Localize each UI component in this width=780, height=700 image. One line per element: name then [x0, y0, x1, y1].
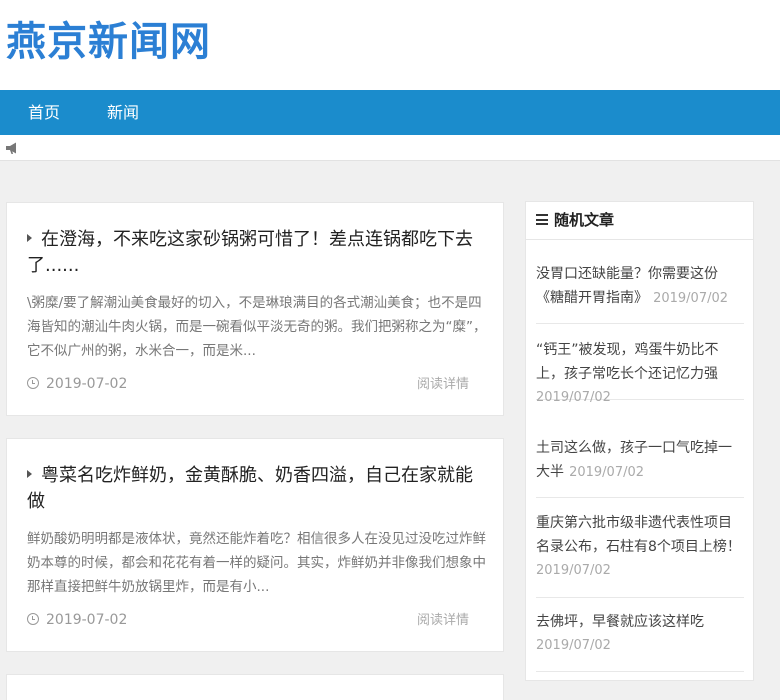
caret-right-icon: [27, 470, 32, 478]
post-title[interactable]: 在澄海，不来吃这家砂锅粥可惜了！差点连锅都吃下去了......: [27, 227, 487, 279]
post-date-text: 2019-07-02: [46, 376, 128, 392]
list-icon: [536, 214, 548, 225]
post-date: 2019-07-02: [27, 610, 127, 630]
clock-icon: [27, 377, 39, 389]
sidebar-article-title[interactable]: “钙王”被发现，鸡蛋牛奶比不上，孩子常吃长个还记忆力强: [536, 338, 744, 386]
site-title[interactable]: 燕京新闻网: [6, 16, 211, 68]
post-card: 粤菜名吃炸鲜奶，金黄酥脆、奶香四溢，自己在家就能做 鲜奶酸奶明明都是液体状，竟然…: [6, 438, 504, 652]
sidebar-article[interactable]: 土司这么做，孩子一口气吃掉一大半 2019/07/02: [536, 436, 744, 498]
post-card: [6, 674, 504, 700]
sidebar-article-date: 2019/07/02: [536, 563, 611, 578]
sidebar-article[interactable]: “钙王”被发现，鸡蛋牛奶比不上，孩子常吃长个还记忆力强 2019/07/02: [536, 338, 744, 405]
read-more-link[interactable]: 阅读详情: [417, 375, 469, 395]
main-nav: 首页 新闻: [0, 90, 780, 135]
sidebar-article-date: 2019/07/02: [653, 291, 729, 306]
post-excerpt: \粥糜/要了解潮汕美食最好的切入，不是琳琅满目的各式潮汕美食；也不是四海皆知的潮…: [27, 295, 487, 359]
caret-right-icon: [27, 234, 32, 242]
sidebar-article-date: 2019/07/02: [536, 390, 611, 405]
sidebar-article-title[interactable]: 重庆第六批市级非遗代表性项目名录公布，石柱有8个项目上榜！: [536, 511, 744, 559]
post-title-text[interactable]: 在澄海，不来吃这家砂锅粥可惜了！差点连锅都吃下去了......: [27, 229, 473, 276]
post-title-text[interactable]: 粤菜名吃炸鲜奶，金黄酥脆、奶香四溢，自己在家就能做: [27, 465, 473, 512]
clock-icon: [27, 613, 39, 625]
nav-item-home[interactable]: 首页: [28, 90, 60, 135]
sidebar-article[interactable]: 去佛坪，早餐就应该这样吃 2019/07/02: [536, 610, 744, 672]
post-excerpt: 鲜奶酸奶明明都是液体状，竟然还能炸着吃？相信很多人在没见过没吃过炸鲜奶本尊的时候…: [27, 531, 486, 595]
sidebar-article[interactable]: 重庆第六批市级非遗代表性项目名录公布，石柱有8个项目上榜！ 2019/07/02: [536, 511, 744, 598]
sidebar-article-date: 2019/07/02: [569, 465, 645, 480]
sidebar-article-title[interactable]: 去佛坪，早餐就应该这样吃: [536, 610, 744, 634]
post-title[interactable]: 粤菜名吃炸鲜奶，金黄酥脆、奶香四溢，自己在家就能做: [27, 463, 487, 515]
widget-title: 随机文章: [554, 211, 615, 229]
post-date-text: 2019-07-02: [46, 612, 128, 628]
read-more-link[interactable]: 阅读详情: [417, 611, 469, 631]
notice-bar: [0, 135, 780, 161]
random-articles-widget: 随机文章 没胃口还缺能量？你需要这份《糖醋开胃指南》 2019/07/02 “钙…: [525, 201, 754, 681]
widget-header: 随机文章: [526, 202, 753, 240]
nav-item-news[interactable]: 新闻: [107, 90, 139, 135]
megaphone-icon: [6, 142, 16, 154]
post-card: 在澄海，不来吃这家砂锅粥可惜了！差点连锅都吃下去了...... \粥糜/要了解潮…: [6, 202, 504, 416]
site-header: 燕京新闻网: [0, 0, 780, 90]
post-date: 2019-07-02: [27, 374, 127, 394]
sidebar-article[interactable]: 没胃口还缺能量？你需要这份《糖醋开胃指南》 2019/07/02: [536, 262, 744, 324]
sidebar-article-date: 2019/07/02: [536, 638, 611, 653]
